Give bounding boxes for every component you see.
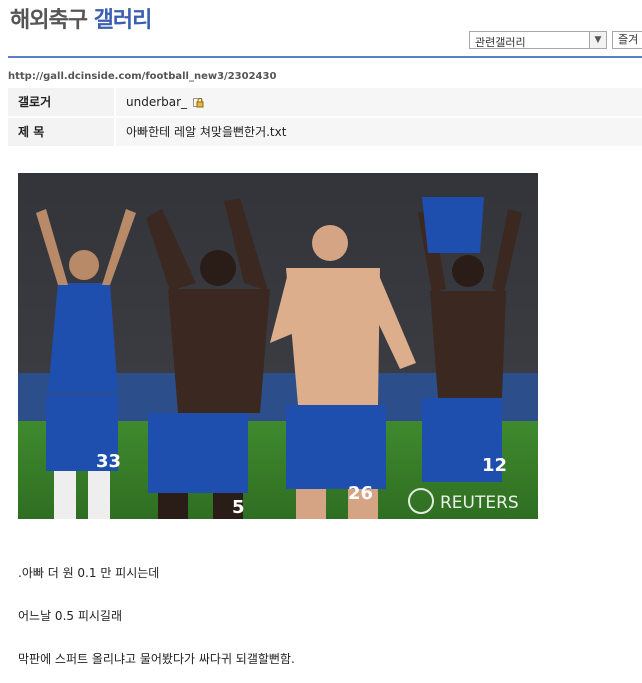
favorite-button[interactable]: 즐겨 (612, 31, 642, 49)
subject-label: 제 목 (8, 118, 114, 146)
gallog-lock-icon[interactable] (192, 97, 204, 108)
jersey-number: 12 (482, 455, 507, 476)
related-gallery-select[interactable]: 관련갤러리 ▼ (469, 31, 607, 49)
author-name[interactable]: underbar_ (126, 95, 187, 109)
subject-value: 아빠한테 레알 쳐맞을뻔한거.txt (116, 118, 642, 146)
divider (8, 56, 642, 58)
header: 해외축구 갤러리 관련갤러리 ▼ 즐겨 (0, 0, 642, 58)
author-row: 갤로거 underbar_ (8, 88, 642, 116)
football-players-photo: 33 5 26 12 REUTERS (18, 173, 538, 519)
author-label: 갤로거 (8, 88, 114, 116)
subject-row: 제 목 아빠한테 레알 쳐맞을뻔한거.txt (8, 118, 642, 146)
body-line: 막판에 스퍼트 올리냐고 물어봤다가 싸다귀 되갤할뻔함. (18, 652, 295, 666)
title-part-1: 해외축구 (10, 8, 88, 33)
title-part-2: 갤러리 (93, 8, 153, 33)
body-line: 어느날 0.5 피시길래 (18, 609, 122, 623)
reuters-watermark: REUTERS (440, 493, 519, 513)
chevron-down-icon[interactable]: ▼ (589, 32, 606, 48)
jersey-number: 33 (96, 451, 121, 472)
author-value: underbar_ (116, 88, 642, 116)
post-url[interactable]: http://gall.dcinside.com/football_new3/2… (8, 71, 276, 82)
post-photo: 33 5 26 12 REUTERS (18, 173, 538, 519)
body-line: .아빠 더 원 0.1 만 피시는데 (18, 566, 160, 580)
gallery-title[interactable]: 해외축구 갤러리 (10, 2, 153, 34)
jersey-number: 26 (348, 483, 373, 504)
jersey-number: 5 (232, 497, 245, 518)
related-gallery-selected: 관련갤러리 (475, 36, 526, 49)
